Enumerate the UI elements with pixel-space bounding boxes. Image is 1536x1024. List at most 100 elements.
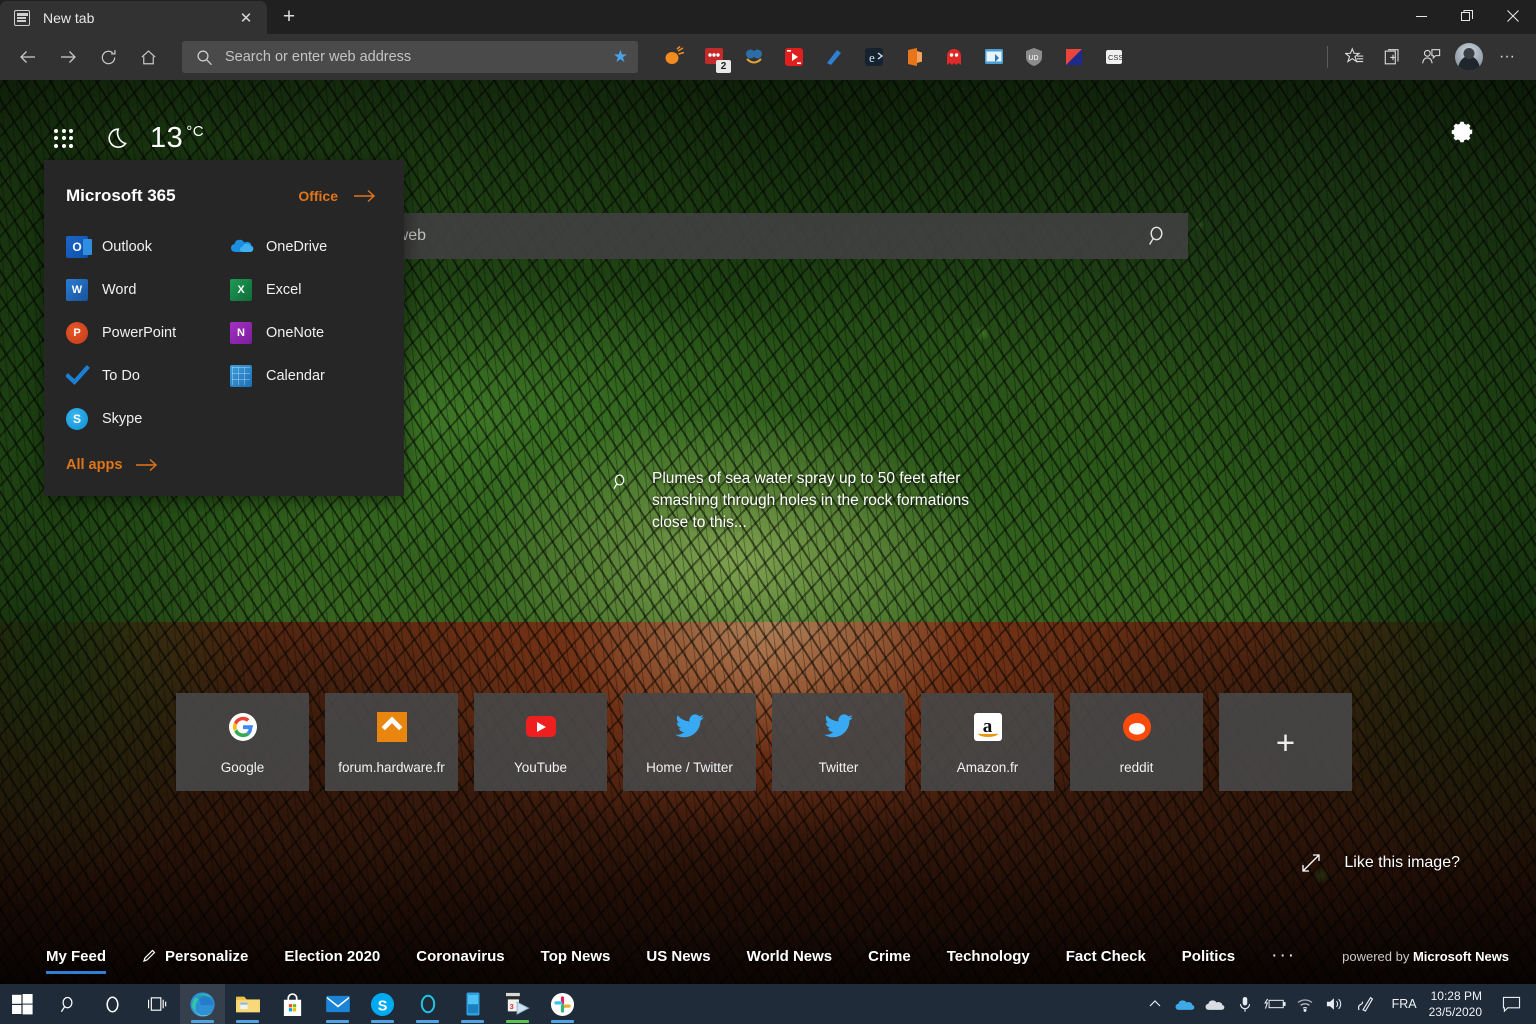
show-hidden-icons[interactable]: [1140, 984, 1170, 1024]
favorites-icon[interactable]: [1336, 40, 1374, 74]
volume-icon[interactable]: [1320, 984, 1350, 1024]
news-tab-us-news[interactable]: US News: [646, 948, 710, 965]
search-button[interactable]: [45, 984, 90, 1024]
onedrive-business-icon[interactable]: [1200, 984, 1230, 1024]
action-center-icon[interactable]: [1494, 984, 1528, 1024]
back-icon[interactable]: [10, 40, 46, 74]
like-this-image[interactable]: Like this image?: [1300, 852, 1460, 874]
taskbar-microsoft-store[interactable]: [270, 984, 315, 1024]
collections-icon[interactable]: [1374, 40, 1412, 74]
ublock-origin-extension-icon[interactable]: 2: [694, 40, 734, 74]
news-tab-top-news[interactable]: Top News: [541, 948, 611, 965]
raindrop-extension-icon[interactable]: [734, 40, 774, 74]
favorite-star-icon[interactable]: ★: [613, 47, 628, 67]
news-tab-coronavirus[interactable]: Coronavirus: [416, 948, 504, 965]
clock[interactable]: 10:28 PM 23/5/2020: [1429, 988, 1494, 1020]
start-button[interactable]: [0, 984, 45, 1024]
news-more-icon[interactable]: ···: [1271, 945, 1296, 967]
taskbar-your-phone-app[interactable]: [450, 984, 495, 1024]
m365-app-powerpoint[interactable]: P PowerPoint: [66, 322, 230, 344]
web-highlighter-extension-icon[interactable]: [814, 40, 854, 74]
video-downloader-extension-icon[interactable]: [774, 40, 814, 74]
more-menu-icon[interactable]: ···: [1488, 40, 1526, 74]
news-tab-world-news[interactable]: World News: [747, 948, 833, 965]
m365-app-outlook[interactable]: O Outlook: [66, 236, 230, 258]
home-icon[interactable]: [130, 40, 166, 74]
image-caption[interactable]: Plumes of sea water spray up to 50 feet …: [610, 468, 970, 534]
input-language[interactable]: FRA: [1380, 997, 1429, 1011]
m365-app-todo[interactable]: To Do: [66, 365, 230, 387]
app-launcher-icon[interactable]: [52, 127, 76, 151]
windows-ink-icon[interactable]: [1350, 984, 1380, 1024]
m365-app-onedrive[interactable]: OneDrive: [230, 236, 376, 258]
quick-link-label: Google: [221, 760, 265, 775]
quick-link-tile[interactable]: forum.hardware.fr: [325, 693, 458, 791]
forward-icon[interactable]: [50, 40, 86, 74]
quick-link-tile[interactable]: Home / Twitter: [623, 693, 756, 791]
taskbar-file-explorer[interactable]: [225, 984, 270, 1024]
expand-icon[interactable]: [1300, 852, 1322, 874]
avatar[interactable]: [1450, 40, 1488, 74]
window-resizer-extension-icon[interactable]: [974, 40, 1014, 74]
m365-app-word[interactable]: W Word: [66, 279, 230, 301]
taskbar-skype-app[interactable]: S: [360, 984, 405, 1024]
taskbar-mail-app[interactable]: [315, 984, 360, 1024]
search-input[interactable]: the web: [370, 227, 1144, 245]
css-viewer-extension-icon[interactable]: CSS: [1094, 40, 1134, 74]
new-tab-button[interactable]: +: [272, 2, 306, 32]
ublock-shield-extension-icon[interactable]: UD: [1014, 40, 1054, 74]
news-tab-election-2020[interactable]: Election 2020: [284, 948, 380, 965]
m365-app-excel[interactable]: X Excel: [230, 279, 376, 301]
honey-extension-icon[interactable]: [654, 40, 694, 74]
onedrive-personal-icon[interactable]: [1170, 984, 1200, 1024]
caption-text: Plumes of sea water spray up to 50 feet …: [652, 468, 970, 534]
task-view-button[interactable]: [135, 984, 180, 1024]
skype-icon: S: [66, 408, 88, 430]
news-tab-crime[interactable]: Crime: [868, 948, 911, 965]
battery-charging-icon[interactable]: [1260, 984, 1290, 1024]
search-icon[interactable]: [1144, 223, 1170, 249]
search-icon: [196, 49, 213, 66]
feedback-icon[interactable]: [1412, 40, 1450, 74]
quick-link-tile[interactable]: a Amazon.fr: [921, 693, 1054, 791]
m365-app-onenote[interactable]: N OneNote: [230, 322, 376, 344]
wifi-icon[interactable]: [1290, 984, 1320, 1024]
taskbar-slack-app[interactable]: [540, 984, 585, 1024]
weather-temperature[interactable]: 13°C: [150, 122, 204, 155]
close-icon[interactable]: [1490, 0, 1536, 32]
news-tab-fact-check[interactable]: Fact Check: [1066, 948, 1146, 965]
taskbar-microsoft-edge[interactable]: [180, 984, 225, 1024]
news-tab-politics[interactable]: Politics: [1182, 948, 1235, 965]
ghostery-extension-icon[interactable]: [934, 40, 974, 74]
dark-reader-extension-icon[interactable]: [1054, 40, 1094, 74]
taskbar-cortana-app[interactable]: [405, 984, 450, 1024]
web-search-box[interactable]: the web: [348, 213, 1188, 259]
edge-translate-extension-icon[interactable]: e: [854, 40, 894, 74]
m365-app-calendar[interactable]: Calendar: [230, 365, 376, 387]
page-settings-button[interactable]: [1446, 118, 1476, 153]
quick-link-tile[interactable]: Twitter: [772, 693, 905, 791]
taskbar-video-editor-app[interactable]: 3: [495, 984, 540, 1024]
quick-link-tile[interactable]: Google: [176, 693, 309, 791]
m365-app-skype[interactable]: S Skype: [66, 408, 230, 430]
cortana-button[interactable]: [90, 984, 135, 1024]
news-tab-my-feed[interactable]: My Feed: [46, 948, 106, 965]
news-tab-personalize[interactable]: Personalize: [142, 948, 248, 965]
quick-link-tile[interactable]: reddit: [1070, 693, 1203, 791]
news-tab-technology[interactable]: Technology: [947, 948, 1030, 965]
office-extension-icon[interactable]: [894, 40, 934, 74]
microphone-icon[interactable]: [1230, 984, 1260, 1024]
all-apps-link[interactable]: All apps: [66, 457, 376, 473]
address-bar[interactable]: Search or enter web address ★: [182, 41, 638, 73]
minimize-icon[interactable]: [1398, 0, 1444, 32]
browser-tab[interactable]: New tab ✕: [0, 1, 267, 34]
maximize-icon[interactable]: [1444, 0, 1490, 32]
office-link[interactable]: Office: [298, 188, 376, 204]
profile-picture: [1455, 43, 1483, 71]
refresh-icon[interactable]: [90, 40, 126, 74]
quick-link-tile[interactable]: YouTube: [474, 693, 607, 791]
close-icon[interactable]: ✕: [233, 5, 259, 31]
m365-app-label: Calendar: [266, 368, 325, 384]
onedrive-icon: [230, 236, 252, 258]
add-quick-link-tile[interactable]: +: [1219, 693, 1352, 791]
